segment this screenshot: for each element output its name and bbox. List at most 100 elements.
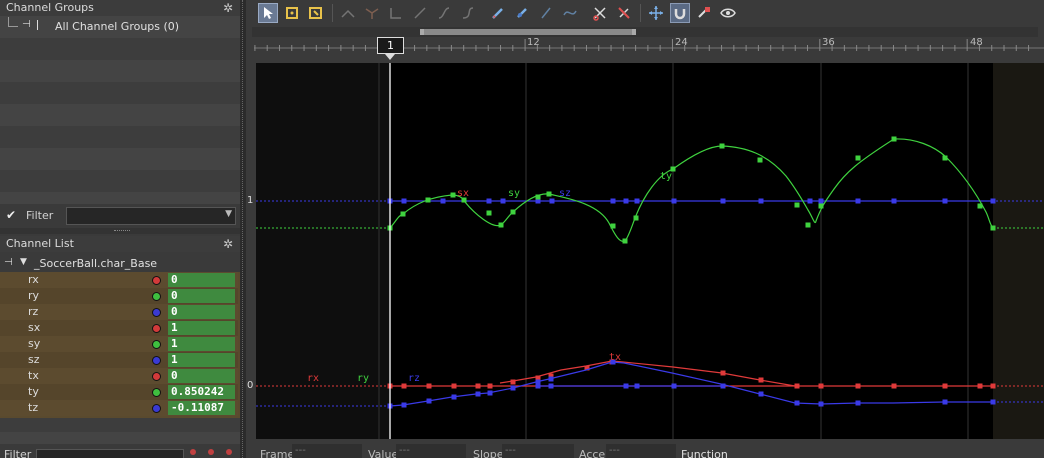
move-view-button[interactable]	[646, 3, 666, 23]
keyframe	[855, 155, 861, 161]
channel-row-tx[interactable]: tx 0	[0, 368, 238, 384]
keyframe	[990, 198, 996, 204]
view-options-button[interactable]	[718, 3, 738, 23]
current-frame-marker[interactable]: 1	[377, 37, 404, 54]
break-tangent-button[interactable]	[362, 3, 382, 23]
curve-label-tx: tx	[609, 352, 622, 363]
linear-tool-button[interactable]	[410, 3, 430, 23]
scissors-icon	[593, 7, 606, 21]
channel-value-field[interactable]: 1	[168, 353, 235, 367]
channel-row-sz[interactable]: sz 1	[0, 352, 238, 368]
channel-row-sx[interactable]: sx 1	[0, 320, 238, 336]
keyframe	[855, 400, 861, 406]
time-scrollbar[interactable]	[252, 27, 1038, 37]
channel-groups-list[interactable]: ⊣ All Channel Groups (0)	[0, 16, 240, 204]
filter-option-icon[interactable]	[190, 449, 196, 455]
value-field[interactable]: ---	[396, 444, 466, 458]
keyframe	[510, 385, 516, 391]
channel-value-field[interactable]: 0	[168, 369, 235, 383]
sculpt-icon	[517, 8, 527, 18]
keyframe	[548, 376, 554, 382]
keyframe	[623, 198, 629, 204]
tangent-tool-button[interactable]	[338, 3, 358, 23]
timeline-ruler[interactable]: 12 24 36 48 1	[246, 37, 1044, 63]
curve-tool-button[interactable]	[560, 3, 580, 23]
frame-field[interactable]: ---	[292, 444, 362, 458]
keyframe	[440, 198, 446, 204]
node-row[interactable]: ⊣ ▼ _SoccerBall.char_Base	[0, 257, 240, 272]
channel-value-field[interactable]: 0	[168, 289, 235, 303]
channel-value-field[interactable]: 0	[168, 273, 235, 287]
channel-value-field[interactable]: 0	[168, 305, 235, 319]
node-label: _SoccerBall.char_Base	[34, 257, 158, 270]
sculpt-tool-button[interactable]	[512, 3, 532, 23]
gear-icon[interactable]: ✲	[223, 2, 233, 14]
channel-value-field[interactable]: 0.850242	[168, 385, 235, 399]
y-label-1: 1	[247, 195, 254, 206]
snap-toggle-button[interactable]	[670, 3, 690, 23]
slope-field[interactable]: ---	[502, 444, 574, 458]
keyframe	[535, 383, 541, 389]
channel-value-field[interactable]: 1	[168, 321, 235, 335]
ease-in-tool-button[interactable]	[458, 3, 478, 23]
keyframe	[805, 222, 811, 228]
keyframe	[942, 399, 948, 405]
keyframe	[977, 203, 983, 209]
filter-checkbox-icon[interactable]: ✔	[6, 208, 16, 222]
channel-color-dot[interactable]	[152, 292, 161, 301]
channel-row-rz[interactable]: rz 0	[0, 304, 238, 320]
chevron-down-icon[interactable]: ▼	[225, 209, 232, 219]
channel-color-dot[interactable]	[152, 404, 161, 413]
channel-row-ty[interactable]: ty 0.850242	[0, 384, 238, 400]
pin-icon[interactable]: ⊣	[22, 19, 31, 30]
select-tool-button[interactable]	[258, 3, 278, 23]
channel-name: ry	[28, 289, 40, 302]
smooth-tool-button[interactable]	[536, 3, 556, 23]
graph-editor: 12 24 36 48 1 1 0 sx sy sz ty rx ry rz t…	[246, 0, 1044, 458]
ease-icon	[438, 7, 450, 19]
expand-arrow-icon[interactable]: ▼	[20, 257, 27, 267]
channel-color-dot[interactable]	[152, 324, 161, 333]
ease-tool-button[interactable]	[434, 3, 454, 23]
channel-row-sy[interactable]: sy 1	[0, 336, 238, 352]
accel-field[interactable]: ---	[606, 444, 676, 458]
channel-color-dot[interactable]	[152, 388, 161, 397]
keyframe	[671, 383, 677, 389]
channel-value-field[interactable]: -0.11087	[168, 401, 235, 415]
splitter-handle[interactable]	[0, 228, 240, 234]
channel-color-dot[interactable]	[152, 372, 161, 381]
keyframe	[758, 198, 764, 204]
time-scrollbar-handle[interactable]	[420, 29, 636, 35]
keyframe	[942, 383, 948, 389]
snap-options-button[interactable]	[694, 3, 714, 23]
gear-icon[interactable]: ✲	[223, 238, 233, 250]
keyframe	[634, 383, 640, 389]
filter-option-icon[interactable]	[226, 449, 232, 455]
channel-row-tz[interactable]: tz -0.11087	[0, 400, 238, 416]
graph-area[interactable]: 1 0 sx sy sz ty rx ry rz tx	[246, 63, 1044, 439]
channel-name: rx	[28, 273, 39, 286]
keyframe	[818, 383, 824, 389]
channel-color-dot[interactable]	[152, 276, 161, 285]
delete-keys-button[interactable]	[614, 3, 634, 23]
channel-value-field[interactable]: 1	[168, 337, 235, 351]
filter-input[interactable]: ▼	[66, 207, 236, 225]
box-edit-button[interactable]	[306, 3, 326, 23]
box-select-button[interactable]	[282, 3, 302, 23]
keyframe	[451, 394, 457, 400]
pencil-tool-button[interactable]	[488, 3, 508, 23]
pin-icon[interactable]: ⊣	[4, 257, 13, 268]
step-tool-button[interactable]	[386, 3, 406, 23]
bottom-filter-input[interactable]	[36, 449, 184, 458]
keyframe	[486, 198, 492, 204]
group-item-all[interactable]: ⊣ All Channel Groups (0)	[0, 17, 240, 35]
filter-option-icon[interactable]	[208, 449, 214, 455]
channel-row-rx[interactable]: rx 0	[0, 272, 238, 288]
channel-row-ry[interactable]: ry 0	[0, 288, 238, 304]
channel-color-dot[interactable]	[152, 340, 161, 349]
channel-color-dot[interactable]	[152, 308, 161, 317]
cut-keys-button[interactable]	[590, 3, 610, 23]
function-label[interactable]: Function	[681, 448, 728, 458]
keyframe	[855, 198, 861, 204]
channel-color-dot[interactable]	[152, 356, 161, 365]
